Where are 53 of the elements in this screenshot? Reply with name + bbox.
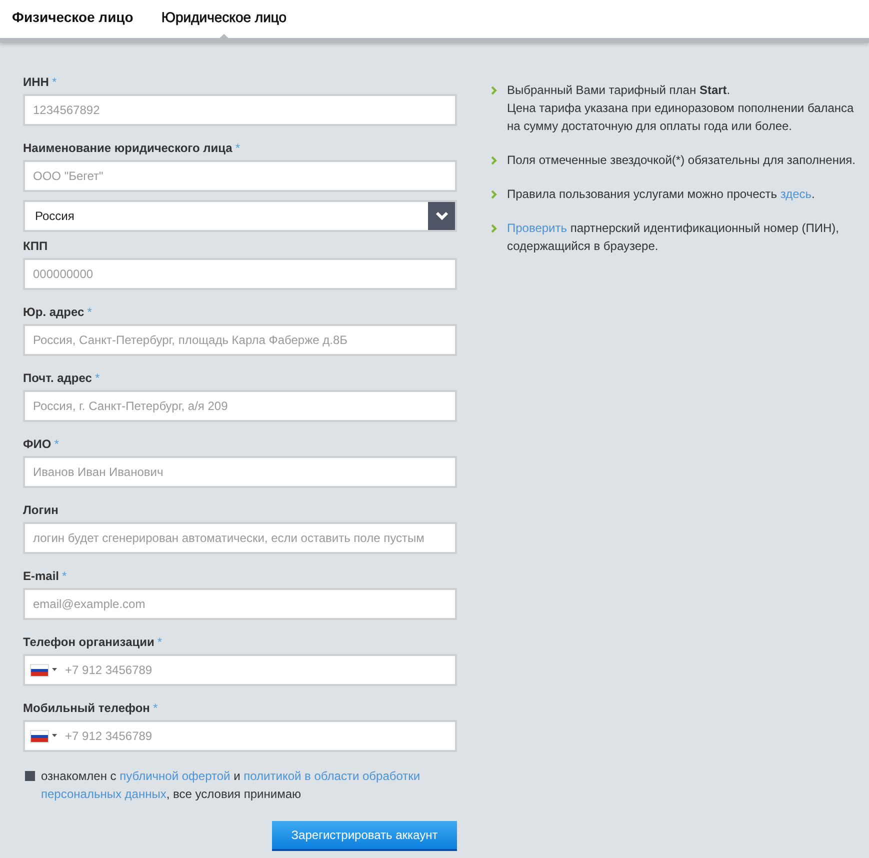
required-mark: * xyxy=(52,75,57,89)
field-label: Логин xyxy=(23,503,58,517)
link[interactable]: публичной офертой xyxy=(120,769,230,783)
input-field[interactable]: логин будет сгенерирован автоматически, если оставить поле пустым xyxy=(23,522,457,554)
phone-field[interactable]: +7 912 3456789 xyxy=(23,720,457,752)
input-field[interactable]: 1234567892 xyxy=(23,94,457,126)
caret-icon xyxy=(52,734,57,738)
field-label: Юр. адрес xyxy=(23,305,84,319)
tab[interactable]: Физическое лицо xyxy=(12,0,134,34)
field-label: E-mail xyxy=(23,569,60,583)
field-label: Мобильный телефон xyxy=(23,701,150,715)
required-mark: * xyxy=(235,141,240,155)
flag-icon xyxy=(30,730,49,743)
field-label: КПП xyxy=(23,239,48,253)
chevron-down-icon xyxy=(428,202,455,230)
info-text: Правила пользования услугами можно прочесть здесь. xyxy=(507,186,815,203)
required-mark: * xyxy=(157,635,162,649)
flag-icon xyxy=(30,664,49,677)
required-mark: * xyxy=(87,305,92,319)
field-label: Почт. адрес xyxy=(23,371,92,385)
caret-icon xyxy=(52,668,57,672)
field-label: ФИО xyxy=(23,437,52,451)
phone-field[interactable]: +7 912 3456789 xyxy=(23,654,457,686)
agreement-text: ознакомлен с публичной офертой и политикой в области обработки персональных данных, все условия принимаю xyxy=(41,768,422,803)
chevron-right-icon xyxy=(491,190,497,199)
field-label: ИНН xyxy=(23,75,49,89)
input-field[interactable]: Россия, г. Санкт-Петербург, а/я 209 xyxy=(23,390,457,422)
link[interactable]: персональных данных xyxy=(41,787,166,801)
required-mark: * xyxy=(54,437,59,451)
info-text: Поля отмеченные звездочкой(*) обязательны для заполнения. xyxy=(507,152,856,169)
input-field[interactable]: ООО "Бегет" xyxy=(23,160,457,192)
link[interactable]: Проверить xyxy=(507,221,568,235)
tab[interactable]: Юридическое лицо xyxy=(161,0,287,34)
input-field[interactable]: email@example.com xyxy=(23,588,457,620)
chevron-right-icon xyxy=(491,156,497,165)
info-text: Выбранный Вами тарифный план Start. xyxy=(507,82,732,99)
chevron-right-icon xyxy=(491,86,497,95)
country-select[interactable]: Россия xyxy=(23,200,457,232)
input-field[interactable]: Иванов Иван Иванович xyxy=(23,456,457,488)
chevron-right-icon xyxy=(491,224,497,233)
checkbox[interactable] xyxy=(25,771,35,781)
link[interactable]: здесь xyxy=(780,187,812,201)
required-mark: * xyxy=(94,371,100,385)
info-text: Цена тарифа указана при единоразовом пополнении баланса на сумму достаточную для оплаты года или более. xyxy=(507,100,855,135)
input-field[interactable]: Россия, Санкт-Петербург, площадь Карла Фаберже д.8Б xyxy=(23,324,457,356)
input-field[interactable]: 000000000 xyxy=(23,258,457,290)
info-text: Проверить партнерский идентификационный номер (ПИН), содержащийся в браузере. xyxy=(507,220,840,255)
field-label: Наименование юридического лица xyxy=(23,141,232,155)
field-label: Телефон организации xyxy=(23,635,154,649)
link[interactable]: политикой в области обработки xyxy=(244,769,420,783)
required-mark: * xyxy=(62,569,67,583)
register-button[interactable]: Зарегистрировать аккаунт xyxy=(272,821,457,851)
required-mark: * xyxy=(152,701,158,715)
